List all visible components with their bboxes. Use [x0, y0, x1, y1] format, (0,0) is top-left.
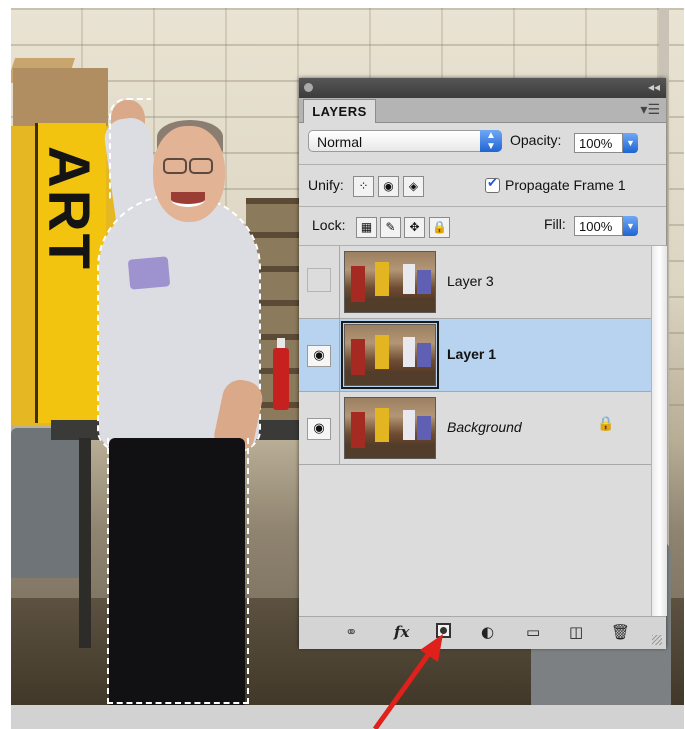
glasses — [163, 158, 187, 174]
layer-thumbnail — [344, 397, 436, 459]
new-group-icon[interactable]: ▭ — [526, 623, 540, 641]
layer-name: Background — [447, 419, 522, 435]
layer-row-layer-3[interactable]: Layer 3 — [299, 246, 651, 319]
panel-tab-row: LAYERS ▾☰ — [299, 98, 666, 123]
tab-layers[interactable]: LAYERS — [303, 99, 376, 123]
lock-position-icon[interactable]: ✥ — [404, 217, 425, 238]
add-layer-mask-icon[interactable] — [436, 623, 451, 638]
unify-visibility-icon[interactable]: ◉ — [378, 176, 399, 197]
opacity-dropdown-icon[interactable]: ▼ — [623, 133, 638, 153]
visibility-cell[interactable] — [299, 246, 340, 318]
adjustment-layer-icon[interactable]: ◐ — [481, 623, 494, 641]
layers-scrollbar[interactable] — [651, 246, 667, 616]
layers-list: Layer 3 ◉ Layer 1 ◉ Background 🔒 — [299, 246, 651, 616]
panel-menu-icon[interactable]: ▾☰ — [640, 102, 660, 118]
unify-label: Unify: — [308, 177, 344, 193]
propagate-checkbox[interactable] — [485, 176, 500, 193]
layers-panel: ◂◂ LAYERS ▾☰ Normal ▲ ▼ Opacity: 100% ▼ U… — [299, 78, 667, 649]
link-icon[interactable]: ⚭ — [345, 623, 358, 641]
new-layer-icon[interactable]: ◫ — [569, 623, 583, 641]
resize-grip[interactable] — [652, 635, 662, 645]
layer-name: Layer 3 — [447, 273, 494, 289]
lock-row: Lock: ▦ ✎ ✥ 🔒 Fill: 100% ▼ — [299, 207, 666, 246]
visibility-toggle-empty[interactable] — [307, 268, 331, 292]
lock-transparency-icon[interactable]: ▦ — [356, 217, 377, 238]
fill-field[interactable]: 100% — [574, 216, 623, 236]
unify-position-icon[interactable]: ⁘ — [353, 176, 374, 197]
close-icon[interactable] — [304, 83, 313, 92]
selection-marquee — [109, 98, 151, 200]
smile — [171, 192, 205, 207]
layer-thumbnail — [344, 251, 436, 313]
propagate-label: Propagate Frame 1 — [505, 177, 626, 193]
visibility-cell[interactable]: ◉ — [299, 319, 340, 391]
eye-icon[interactable]: ◉ — [307, 418, 331, 440]
unify-style-icon[interactable]: ◈ — [403, 176, 424, 197]
lock-icon: 🔒 — [597, 416, 615, 432]
fill-label: Fill: — [544, 216, 566, 232]
bottom-gray-bar — [11, 705, 684, 729]
blend-row: Normal ▲ ▼ Opacity: 100% ▼ — [299, 123, 666, 165]
head — [153, 126, 225, 222]
visibility-cell[interactable]: ◉ — [299, 392, 340, 464]
select-arrows-icon: ▲ ▼ — [480, 130, 502, 152]
fx-icon[interactable]: fx — [394, 623, 409, 641]
selection-marquee — [107, 438, 249, 704]
blend-mode-value: Normal — [317, 134, 363, 150]
unify-row: Unify: ⁘ ◉ ◈ Propagate Frame 1 — [299, 165, 666, 207]
trash-icon[interactable]: 🗑 — [611, 623, 630, 641]
eye-icon[interactable]: ◉ — [307, 345, 331, 367]
lock-label: Lock: — [312, 217, 346, 233]
collapse-icon[interactable]: ◂◂ — [648, 80, 660, 94]
opacity-field[interactable]: 100% — [574, 133, 623, 153]
blend-mode-select[interactable]: Normal ▲ ▼ — [308, 130, 502, 152]
glasses — [189, 158, 213, 174]
lock-image-icon[interactable]: ✎ — [380, 217, 401, 238]
layers-bottom-toolbar: ⚭ fx ◐ ▭ ◫ 🗑 — [299, 616, 666, 649]
layer-row-background[interactable]: ◉ Background 🔒 — [299, 392, 651, 465]
hoodie-logo — [127, 256, 171, 290]
opacity-label: Opacity: — [510, 132, 562, 148]
panel-titlebar[interactable]: ◂◂ — [299, 78, 666, 98]
fill-dropdown-icon[interactable]: ▼ — [623, 216, 638, 236]
lock-all-icon[interactable]: 🔒 — [429, 217, 450, 238]
layer-row-layer-1[interactable]: ◉ Layer 1 — [299, 319, 651, 392]
layer-name: Layer 1 — [447, 346, 497, 362]
layer-thumbnail — [341, 321, 439, 389]
